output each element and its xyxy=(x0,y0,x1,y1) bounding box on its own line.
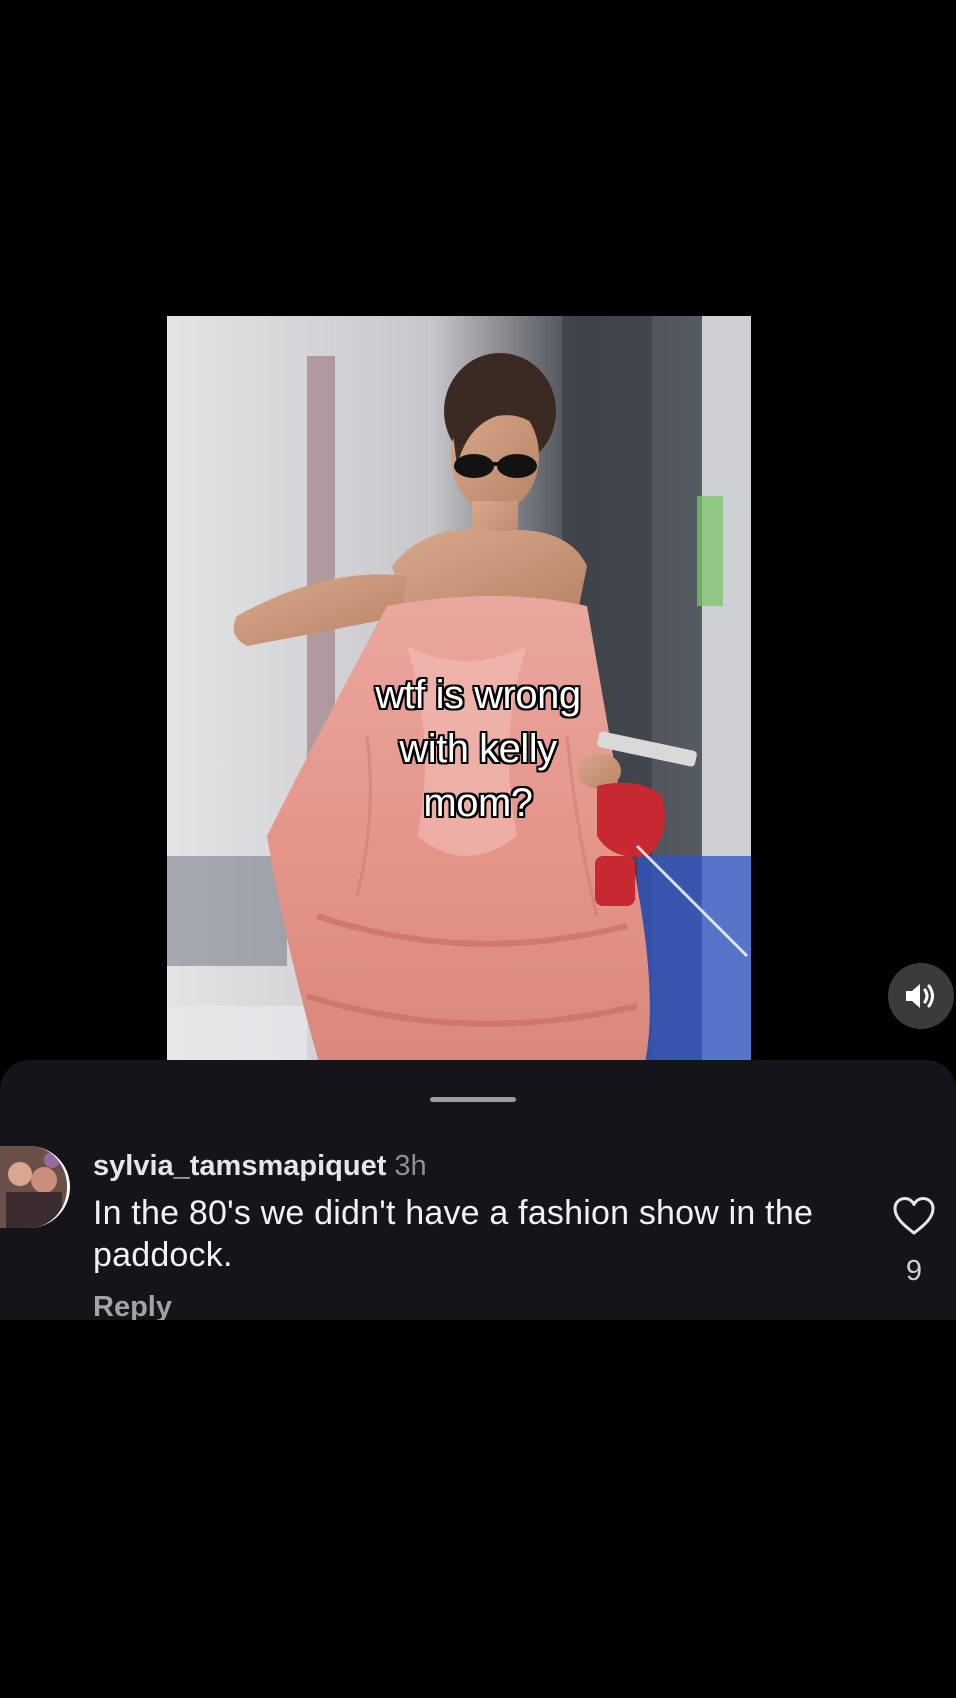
photo-illustration xyxy=(167,316,751,1090)
reply-button[interactable]: Reply xyxy=(93,1290,172,1320)
like-button[interactable] xyxy=(892,1196,936,1236)
sheet-drag-handle[interactable] xyxy=(430,1097,516,1102)
comment-timestamp: 3h xyxy=(394,1150,427,1182)
video-screen: wtf is wrong with kelly mom? sylvia_tams… xyxy=(0,0,956,1698)
comment-header: sylvia_tamsmapiquet 3h xyxy=(93,1149,427,1183)
comments-sheet: sylvia_tamsmapiquet 3h In the 80's we did… xyxy=(0,1060,956,1320)
comment-username[interactable]: sylvia_tamsmapiquet xyxy=(93,1150,386,1182)
avatar[interactable] xyxy=(0,1146,70,1228)
comment-text: In the 80's we didn't have a fashion sho… xyxy=(93,1194,814,1274)
avatar-photo xyxy=(0,1146,67,1228)
heart-outline-icon xyxy=(893,1197,935,1235)
like-count: 9 xyxy=(905,1255,923,1287)
volume-button[interactable] xyxy=(888,963,954,1029)
speaker-on-icon xyxy=(906,984,934,1008)
video-frame-photo[interactable] xyxy=(167,316,751,1090)
